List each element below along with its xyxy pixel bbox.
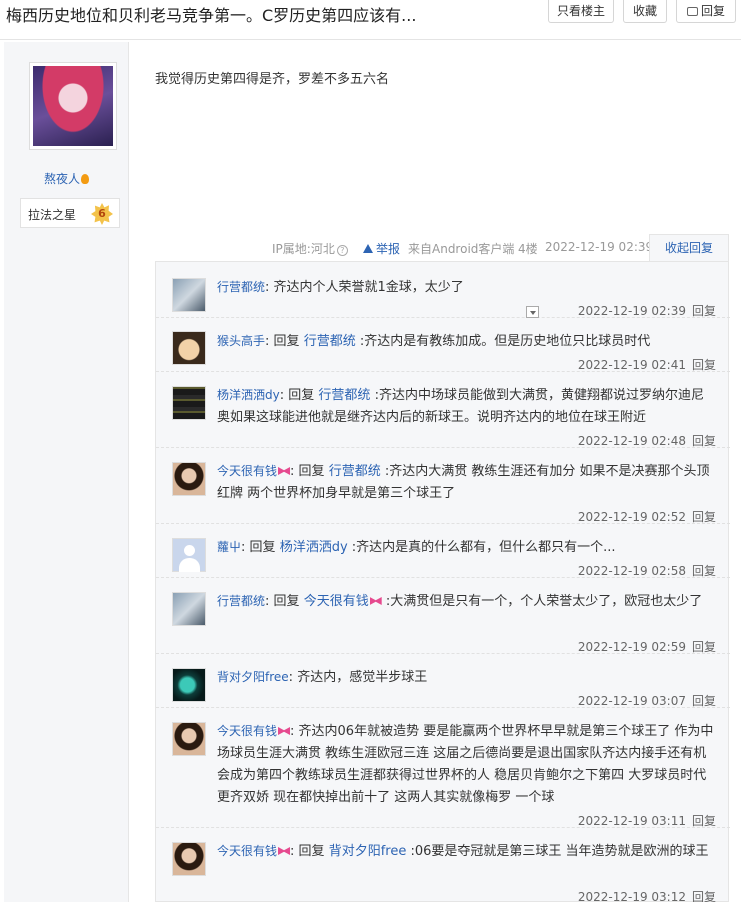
reply-text: 齐达内个人荣誉就1金球，太少了 [273,280,464,295]
post-content: 我觉得历史第四得是齐，罗差不多五六名 [155,72,390,87]
fire-icon [81,174,89,184]
report-link[interactable]: 举报 [363,240,400,256]
reply-user[interactable]: 猴头高手 [217,334,265,348]
ip-location-label: IP属地:河北 [272,242,335,256]
reply-to-user[interactable]: 行营都统 [304,334,356,349]
bow-icon [369,597,382,605]
level-icon: 6 [91,203,113,225]
list-item: 行营都统: 回复 今天很有钱 :大满贯但是只有一个，个人荣誉太少了，欧冠也太少了… [156,578,730,654]
reply-user[interactable]: 行营都统 [217,594,265,608]
favorite-button[interactable]: 收藏 [623,0,667,23]
badge-label: 拉法之星 [28,208,77,222]
reply-user[interactable]: 今天很有钱 [217,464,277,478]
reply-user[interactable]: 背对夕阳free [217,670,289,684]
avatar[interactable] [172,331,206,365]
reply-action[interactable]: 回复 [692,814,716,828]
reply-text: :齐达内是真的什么都有，但什么都只有一个... [351,540,616,555]
reply-action[interactable]: 回复 [692,890,716,902]
avatar[interactable] [172,386,206,420]
floor-number: 4楼 [518,242,538,256]
reply-text: :齐达内是有教练加成。但是历史地位只比球员时代 [359,334,651,349]
post-time: 2022-12-19 02:39 [545,240,654,254]
list-item: 今天很有钱: 回复 背对夕阳free :06要是夺冠就是第三球王 当年造势就是欧… [156,828,730,902]
avatar[interactable] [172,722,206,756]
thread-header: 梅西历史地位和贝利老马竞争第一。C罗历史第四应该有... 只看楼主 收藏 回复 [0,0,741,40]
default-avatar-icon[interactable] [172,538,206,572]
reply-text: :大满贯但是只有一个，个人荣誉太少了，欧冠也太少了 [385,594,703,609]
reply-action[interactable]: 回复 [692,564,716,578]
reply-word: 回复 [273,334,300,349]
collapse-replies-button[interactable]: 收起回复 [649,234,729,262]
reply-time: 2022-12-19 02:48 [577,434,686,448]
reply-text: 齐达内06年就被造势 要是能赢两个世界杯早早就是第三个球王了 作为中场球员生涯大… [217,724,714,805]
help-icon[interactable]: ? [336,245,348,256]
reply-user[interactable]: 今天很有钱 [217,844,277,858]
reply-time: 2022-12-19 03:11 [577,814,686,828]
report-label: 举报 [376,242,401,256]
author-name[interactable]: 熬夜人 [4,170,129,187]
avatar[interactable] [172,462,206,496]
reply-time: 2022-12-19 02:59 [577,640,686,654]
thread-title: 梅西历史地位和贝利老马竞争第一。C罗历史第四应该有... [6,6,417,25]
reply-action[interactable]: 回复 [692,304,716,318]
avatar[interactable] [29,62,117,150]
avatar[interactable] [172,592,206,626]
reply-time: 2022-12-19 03:07 [577,694,686,708]
list-item: 猴头高手: 回复 行营都统 :齐达内是有教练加成。但是历史地位只比球员时代 20… [156,318,730,372]
reply-action[interactable]: 回复 [692,510,716,524]
reply-text: :06要是夺冠就是第三球王 当年造势就是欧洲的球王 [410,844,709,859]
reply-time: 2022-12-19 03:12 [577,890,686,902]
reply-button[interactable]: 回复 [676,0,736,23]
warning-icon [363,244,373,253]
reply-text: :齐达内大满贯 教练生涯还有加分 如果不是决赛那个头顶红牌 两个世界杯加身早就是… [217,464,710,501]
only-op-button[interactable]: 只看楼主 [548,0,614,23]
reply-to-user[interactable]: 今天很有钱 [304,594,369,609]
reply-user[interactable]: 杨洋洒洒dy [217,388,280,402]
reply-time: 2022-12-19 02:39 [577,304,686,318]
reply-action[interactable]: 回复 [692,434,716,448]
reply-word: 回复 [249,540,276,555]
list-item: 蘿屮: 回复 杨洋洒洒dy :齐达内是真的什么都有，但什么都只有一个... 20… [156,524,730,578]
avatar-image [33,66,113,146]
reply-user[interactable]: 今天很有钱 [217,724,277,738]
reply-word: 回复 [298,464,325,479]
list-item: 杨洋洒洒dy: 回复 行营都统 :齐达内中场球员能做到大满贯，黄健翔都说过罗纳尔… [156,372,730,448]
member-badge[interactable]: 拉法之星 6 [20,198,120,228]
reply-action[interactable]: 回复 [692,640,716,654]
reply-time: 2022-12-19 02:52 [577,510,686,524]
author-sidebar: 熬夜人 拉法之星 6 [4,42,129,902]
chevron-down-icon[interactable] [526,306,539,318]
list-item: 今天很有钱: 齐达内06年就被造势 要是能赢两个世界杯早早就是第三个球王了 作为… [156,708,730,828]
reply-button-label: 回复 [700,4,725,18]
reply-time: 2022-12-19 02:58 [577,564,686,578]
reply-to-user[interactable]: 行营都统 [329,464,381,479]
reply-word: 回复 [288,388,315,403]
bow-icon [278,727,291,735]
avatar[interactable] [172,668,206,702]
list-item: 背对夕阳free: 齐达内，感觉半步球王 2022-12-19 03:07 回复 [156,654,730,708]
reply-action[interactable]: 回复 [692,694,716,708]
avatar[interactable] [172,842,206,876]
reply-text: 齐达内，感觉半步球王 [297,670,428,685]
comment-icon [686,7,698,16]
list-item: 今天很有钱: 回复 行营都统 :齐达内大满贯 教练生涯还有加分 如果不是决赛那个… [156,448,730,524]
reply-user[interactable]: 行营都统 [217,280,265,294]
author-name-label: 熬夜人 [43,172,80,186]
reply-time: 2022-12-19 02:41 [577,358,686,372]
reply-word: 回复 [298,844,325,859]
reply-list: 行营都统: 齐达内个人荣誉就1金球，太少了 2022-12-19 02:39 回复… [155,261,730,902]
reply-to-user[interactable]: 行营都统 [318,388,370,403]
reply-word: 回复 [273,594,300,609]
avatar[interactable] [172,278,206,312]
bow-icon [278,847,291,855]
list-item: 行营都统: 齐达内个人荣誉就1金球，太少了 2022-12-19 02:39 回复 [156,262,730,318]
client-info: 来自Android客户端 [408,242,515,256]
bow-icon [278,467,291,475]
reply-user[interactable]: 蘿屮 [217,540,241,554]
reply-action[interactable]: 回复 [692,358,716,372]
ip-location: IP属地:河北? [272,240,348,256]
reply-to-user[interactable]: 杨洋洒洒dy [280,540,348,555]
reply-to-user[interactable]: 背对夕阳free [329,844,407,859]
